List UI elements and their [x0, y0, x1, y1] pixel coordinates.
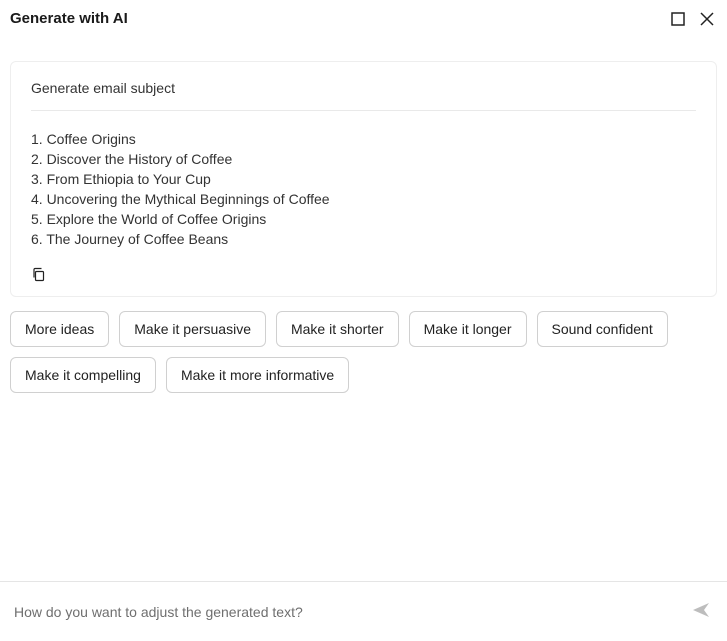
close-icon	[699, 11, 715, 27]
chip-longer[interactable]: Make it longer	[409, 311, 527, 347]
send-icon	[691, 600, 711, 623]
list-item: 6. The Journey of Coffee Beans	[31, 229, 696, 249]
chip-persuasive[interactable]: Make it persuasive	[119, 311, 266, 347]
prompt-input[interactable]	[14, 604, 677, 620]
send-button[interactable]	[689, 600, 713, 623]
chip-informative[interactable]: Make it more informative	[166, 357, 349, 393]
spacer	[0, 393, 727, 581]
header-controls	[671, 11, 715, 27]
maximize-button[interactable]	[671, 12, 685, 26]
copy-button[interactable]	[31, 267, 46, 282]
chip-compelling[interactable]: Make it compelling	[10, 357, 156, 393]
copy-icon	[31, 267, 46, 282]
prompt-bar	[0, 581, 727, 641]
list-item: 5. Explore the World of Coffee Origins	[31, 209, 696, 229]
chip-confident[interactable]: Sound confident	[537, 311, 668, 347]
chip-shorter[interactable]: Make it shorter	[276, 311, 399, 347]
card-actions	[31, 267, 696, 282]
list-item: 3. From Ethiopia to Your Cup	[31, 169, 696, 189]
chip-more-ideas[interactable]: More ideas	[10, 311, 109, 347]
results-list: 1. Coffee Origins 2. Discover the Histor…	[31, 111, 696, 257]
suggestion-chips: More ideas Make it persuasive Make it sh…	[0, 297, 727, 393]
list-item: 4. Uncovering the Mythical Beginnings of…	[31, 189, 696, 209]
card-title: Generate email subject	[31, 80, 696, 111]
dialog-header: Generate with AI	[0, 0, 727, 37]
result-card: Generate email subject 1. Coffee Origins…	[10, 61, 717, 297]
close-button[interactable]	[699, 11, 715, 27]
square-icon	[671, 12, 685, 26]
list-item: 1. Coffee Origins	[31, 129, 696, 149]
list-item: 2. Discover the History of Coffee	[31, 149, 696, 169]
dialog-title: Generate with AI	[10, 10, 128, 27]
